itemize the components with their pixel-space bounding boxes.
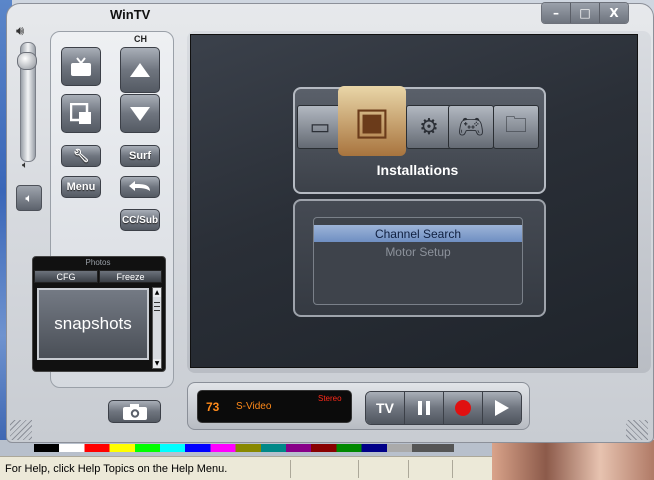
window-controls: – □ X	[541, 2, 629, 24]
background-photo	[492, 440, 654, 480]
minimize-button[interactable]: –	[542, 3, 571, 23]
speaker-low-icon: 🔈︎	[22, 160, 28, 171]
back-button[interactable]	[120, 176, 160, 198]
mute-speaker-icon: 🔈︎	[25, 190, 33, 205]
status-text: For Help, click Help Topics on the Help …	[5, 463, 228, 475]
snapshots-scrollbar[interactable]: ▲ ▼	[152, 287, 162, 369]
record-button[interactable]	[444, 392, 483, 424]
maximize-button[interactable]: □	[571, 3, 600, 23]
status-divider	[408, 460, 409, 478]
menu-item-channel-search[interactable]: Channel Search	[314, 225, 522, 242]
status-divider	[358, 460, 359, 478]
triangle-down-icon	[130, 106, 150, 121]
tv-set-icon[interactable]: ▭	[297, 105, 343, 149]
scroll-up-arrow-icon[interactable]: ▲	[153, 288, 161, 297]
scroll-grip	[154, 310, 160, 311]
settings-button[interactable]: 🔧︎	[61, 145, 101, 167]
volume-slider-handle[interactable]	[17, 52, 37, 70]
status-bar: For Help, click Help Topics on the Help …	[0, 456, 492, 480]
lcd-audio-mode: Stereo	[318, 394, 342, 403]
transport-controls: TV	[365, 391, 522, 425]
cfg-tab[interactable]: CFG	[34, 270, 98, 283]
mute-button[interactable]: 🔈︎	[16, 185, 42, 211]
status-divider	[452, 460, 453, 478]
play-button[interactable]	[483, 392, 521, 424]
play-icon	[495, 400, 509, 416]
status-divider	[290, 460, 291, 478]
back-arrow-icon	[129, 181, 150, 191]
menu-button[interactable]: Menu	[61, 176, 101, 198]
wrench-icon: 🔧︎	[72, 148, 90, 163]
freeze-tab[interactable]: Freeze	[99, 270, 162, 283]
surf-button[interactable]: Surf	[120, 145, 160, 167]
scroll-grip	[154, 306, 160, 307]
gamepad-icon[interactable]: 🎮︎	[448, 105, 494, 149]
folder-icon[interactable]: 🗀︎	[493, 105, 539, 149]
close-button[interactable]: X	[600, 3, 628, 23]
pip-button[interactable]	[61, 94, 101, 133]
pause-button[interactable]	[405, 392, 444, 424]
pause-icon	[418, 401, 430, 415]
cc-sub-button[interactable]: CC/Sub	[120, 209, 160, 231]
channel-label: CH	[134, 34, 147, 44]
channel-down-button[interactable]	[120, 94, 160, 133]
menu-item-motor-setup[interactable]: Motor Setup	[314, 244, 522, 260]
photos-label: Photos	[85, 258, 111, 267]
gears-icon[interactable]: ⚙︎	[406, 105, 452, 149]
window-title: WinTV	[110, 7, 151, 22]
tv-button[interactable]	[61, 47, 101, 86]
picture-in-picture-icon	[70, 102, 91, 124]
channel-up-button[interactable]	[120, 47, 160, 93]
record-icon	[455, 400, 471, 416]
tv-mode-button[interactable]: TV	[366, 392, 405, 424]
lcd-source: S-Video	[236, 401, 272, 412]
resize-grip-right[interactable]	[626, 420, 648, 440]
scroll-grip	[154, 302, 160, 303]
snapshot-button[interactable]	[108, 400, 161, 423]
color-palette-strip	[34, 444, 454, 452]
speaker-high-icon: 🔊︎	[16, 24, 25, 39]
triangle-up-icon	[130, 63, 150, 77]
camera-icon	[122, 403, 147, 420]
installations-icon[interactable]: ▣	[338, 86, 406, 156]
lcd-channel-number: 73	[206, 400, 220, 414]
scroll-down-arrow-icon[interactable]: ▼	[153, 359, 161, 368]
resize-grip-left[interactable]	[10, 420, 32, 440]
snapshots-view[interactable]: snapshots	[37, 288, 149, 360]
tv-icon	[71, 56, 91, 76]
osd-selected-title: Installations	[376, 162, 459, 178]
